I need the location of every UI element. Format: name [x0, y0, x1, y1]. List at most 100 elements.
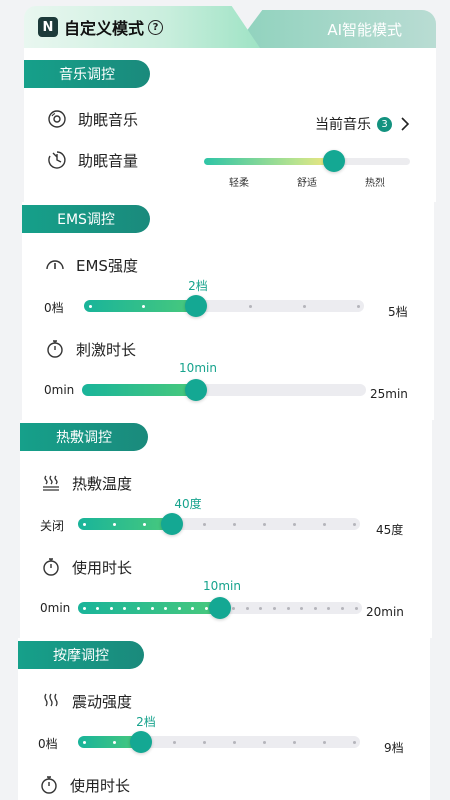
- slider-fill: [78, 602, 220, 614]
- tab-ai-mode[interactable]: AI智能模式: [234, 10, 436, 48]
- massage-section-title: 按摩调控: [18, 641, 144, 669]
- ems-intensity-row: EMS强度: [44, 254, 138, 276]
- slider-handle[interactable]: [184, 379, 207, 401]
- ems-duration-slider[interactable]: [82, 379, 366, 401]
- slider-step-dot: [272, 606, 276, 610]
- slider-handle[interactable]: [209, 597, 231, 619]
- slider-step-dot: [82, 740, 86, 744]
- app-logo: N: [38, 17, 58, 37]
- massage-intensity-label: 震动强度: [72, 692, 133, 711]
- heat-waves-icon: [40, 472, 62, 494]
- massage-intensity-slider[interactable]: [78, 731, 360, 753]
- slider-step-dot: [172, 740, 176, 744]
- massage-intensity-min: 0档: [38, 737, 58, 751]
- ems-duration-max: 25min: [370, 387, 408, 401]
- heat-temp-slider[interactable]: [78, 513, 360, 535]
- volume-tick-comfort: 舒适: [297, 178, 317, 189]
- current-music-selector[interactable]: 当前音乐 3: [315, 114, 410, 134]
- slider-step-dot: [82, 606, 86, 610]
- slider-step-dot: [136, 606, 140, 610]
- ems-card: EMS调控 EMS强度 2档 0档 5档 刺激时长 10min 0min 25m…: [22, 202, 434, 420]
- slider-fill: [84, 300, 196, 312]
- massage-duration-row: 使用时长: [38, 774, 130, 796]
- heat-temp-min: 关闭: [40, 519, 65, 533]
- massage-intensity-max: 9档: [384, 741, 404, 755]
- slider-step-dot: [204, 606, 208, 610]
- slider-step-dot: [340, 606, 344, 610]
- slider-step-dot: [88, 304, 92, 308]
- slider-step-dot: [327, 606, 331, 610]
- massage-duration-label: 使用时长: [70, 776, 131, 795]
- heat-temp-row: 热敷温度: [40, 472, 132, 494]
- slider-handle[interactable]: [161, 513, 183, 535]
- heat-duration-label: 使用时长: [72, 558, 133, 577]
- slider-step-dot: [109, 606, 113, 610]
- slider-step-dot: [232, 740, 236, 744]
- stopwatch-icon: [40, 556, 62, 578]
- tab-ai-mode-label: AI智能模式: [327, 20, 402, 39]
- slider-step-dot: [150, 606, 154, 610]
- ems-section-title: EMS调控: [22, 205, 150, 233]
- massage-intensity-value: 2档: [136, 715, 156, 729]
- slider-step-dot: [352, 522, 356, 526]
- heat-temp-max: 45度: [376, 523, 404, 537]
- slider-step-dot: [191, 606, 195, 610]
- slider-step-dot: [302, 304, 306, 308]
- volume-clock-icon: [46, 149, 68, 171]
- heat-temp-value: 40度: [174, 497, 202, 511]
- slider-step-dot: [96, 606, 100, 610]
- ems-intensity-label: EMS强度: [76, 256, 138, 275]
- slider-step-dot: [259, 606, 263, 610]
- slider-step-dot: [177, 606, 181, 610]
- slider-step-dot: [313, 606, 317, 610]
- slider-fill: [82, 384, 196, 396]
- help-icon[interactable]: ?: [148, 19, 164, 35]
- slider-step-dot: [142, 304, 146, 308]
- volume-row: 助眠音量: [46, 149, 138, 171]
- chevron-right-icon: [401, 117, 410, 131]
- sleep-music-row[interactable]: 助眠音乐: [46, 108, 138, 130]
- slider-step-dot: [300, 606, 304, 610]
- massage-card: 按摩调控 震动强度 2档 0档 9档 使用时长: [18, 638, 430, 800]
- heat-duration-row: 使用时长: [40, 556, 132, 578]
- ems-duration-row: 刺激时长: [44, 338, 136, 360]
- slider-step-dot: [322, 740, 326, 744]
- massage-intensity-row: 震动强度: [40, 690, 132, 712]
- volume-label: 助眠音量: [78, 151, 139, 170]
- slider-step-dot: [292, 740, 296, 744]
- slider-step-dot: [112, 522, 116, 526]
- volume-tick-intense: 热烈: [365, 178, 385, 189]
- slider-step-dot: [202, 740, 206, 744]
- slider-step-dot: [164, 606, 168, 610]
- gauge-icon: [44, 254, 66, 276]
- ems-intensity-slider[interactable]: [84, 295, 364, 317]
- tab-custom-mode-label: 自定义模式: [64, 19, 145, 38]
- music-section-title: 音乐调控: [24, 60, 150, 88]
- heat-section-title: 热敷调控: [20, 423, 148, 451]
- mode-tabs: AI智能模式 N 自定义模式 ?: [24, 6, 436, 48]
- slider-handle[interactable]: [185, 295, 207, 317]
- slider-fill: [78, 518, 172, 530]
- ems-intensity-value: 2档: [188, 279, 208, 293]
- slider-step-dot: [232, 522, 236, 526]
- slider-step-dot: [262, 522, 266, 526]
- stopwatch-icon: [38, 774, 60, 796]
- current-music-label: 当前音乐: [315, 117, 371, 133]
- slider-step-dot: [232, 606, 236, 610]
- volume-slider[interactable]: [204, 150, 410, 172]
- heat-duration-slider[interactable]: [78, 597, 362, 619]
- slider-step-dot: [245, 606, 249, 610]
- slider-step-dot: [322, 522, 326, 526]
- slider-step-dot: [262, 740, 266, 744]
- slider-step-dot: [202, 522, 206, 526]
- slider-handle[interactable]: [129, 731, 152, 753]
- volume-slider-handle[interactable]: [322, 150, 345, 172]
- disc-icon: [46, 108, 68, 130]
- slider-step-dot: [354, 606, 358, 610]
- volume-tick-soft: 轻柔: [229, 178, 249, 189]
- tab-custom-mode[interactable]: N 自定义模式 ?: [24, 6, 260, 48]
- heat-card: 热敷调控 热敷温度 40度 关闭 45度 使用时长 10min 0min 20m…: [20, 420, 432, 638]
- slider-step-dot: [82, 522, 86, 526]
- ems-intensity-max: 5档: [388, 305, 408, 319]
- page: AI智能模式 N 自定义模式 ? 音乐调控 助眠音乐 当前音乐 3 助眠音量 轻…: [0, 0, 450, 800]
